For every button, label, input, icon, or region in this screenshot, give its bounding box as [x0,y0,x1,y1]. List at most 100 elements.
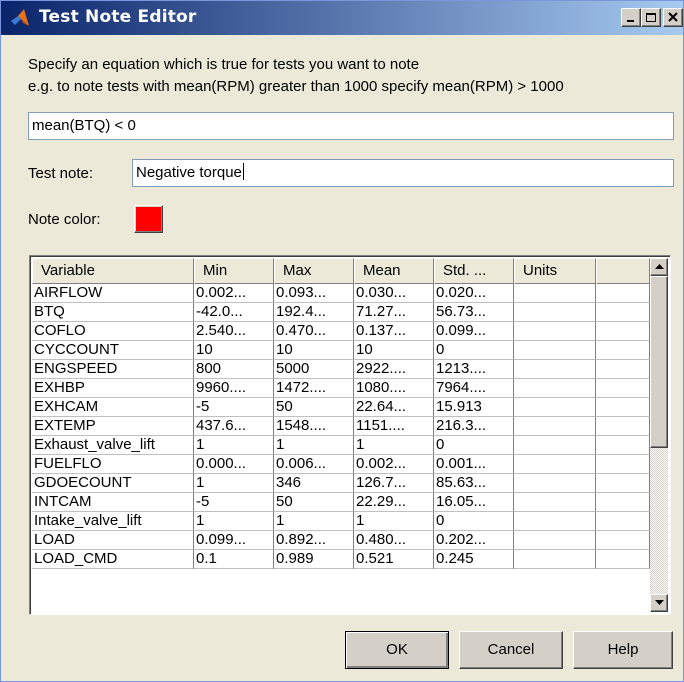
table-cell[interactable]: 437.6... [194,417,274,436]
column-header-max[interactable]: Max [274,258,354,284]
table-cell[interactable] [514,512,596,531]
table-cell[interactable]: 71.27... [354,303,434,322]
table-cell[interactable] [596,360,650,379]
table-cell[interactable] [596,417,650,436]
table-cell[interactable] [596,322,650,341]
table-cell[interactable]: 15.913 [434,398,514,417]
column-header-extra[interactable] [596,258,650,284]
table-row[interactable]: EXHCAM -5 50 22.64... 15.913 [32,398,650,417]
table-cell[interactable]: EXHBP [32,379,194,398]
table-cell[interactable]: 0 [434,436,514,455]
table-cell[interactable] [514,436,596,455]
table-cell[interactable]: 1 [354,436,434,455]
table-cell[interactable]: 0.030... [354,284,434,303]
table-row[interactable]: EXTEMP 437.6... 1548.... 1151.... 216.3... [32,417,650,436]
table-row[interactable]: BTQ -42.0... 192.4... 71.27... 56.73... [32,303,650,322]
table-cell[interactable]: 800 [194,360,274,379]
table-cell[interactable]: FUELFLO [32,455,194,474]
table-cell[interactable]: 50 [274,493,354,512]
vertical-scrollbar[interactable] [650,258,668,612]
close-button[interactable] [663,8,683,27]
table-cell[interactable]: GDOECOUNT [32,474,194,493]
table-cell[interactable] [596,531,650,550]
table-cell[interactable]: 216.3... [434,417,514,436]
table-cell[interactable]: CYCCOUNT [32,341,194,360]
table-cell[interactable]: 1472.... [274,379,354,398]
table-cell[interactable] [596,493,650,512]
table-cell[interactable] [514,531,596,550]
table-cell[interactable] [596,436,650,455]
table-cell[interactable] [596,455,650,474]
table-cell[interactable]: 1213.... [434,360,514,379]
table-cell[interactable]: -5 [194,398,274,417]
table-cell[interactable] [596,284,650,303]
table-cell[interactable]: 0.000... [194,455,274,474]
table-cell[interactable]: 1548.... [274,417,354,436]
table-row[interactable]: EXHBP 9960.... 1472.... 1080.... 7964.... [32,379,650,398]
column-header-std[interactable]: Std. ... [434,258,514,284]
table-cell[interactable] [514,341,596,360]
table-cell[interactable]: 10 [194,341,274,360]
table-cell[interactable] [596,303,650,322]
table-cell[interactable] [596,550,650,569]
table-cell[interactable] [596,379,650,398]
column-header-mean[interactable]: Mean [354,258,434,284]
table-cell[interactable]: Exhaust_valve_lift [32,436,194,455]
table-cell[interactable] [514,284,596,303]
ok-button[interactable]: OK [345,631,449,669]
cancel-button[interactable]: Cancel [459,631,563,669]
scrollbar-thumb[interactable] [650,276,668,448]
table-cell[interactable]: 0.989 [274,550,354,569]
table-cell[interactable]: 1 [194,436,274,455]
table-cell[interactable]: 0.137... [354,322,434,341]
table-cell[interactable]: 2922.... [354,360,434,379]
table-cell[interactable]: LOAD_CMD [32,550,194,569]
table-cell[interactable]: 22.64... [354,398,434,417]
table-row[interactable]: Exhaust_valve_lift 1 1 1 0 [32,436,650,455]
table-cell[interactable]: AIRFLOW [32,284,194,303]
scroll-up-button[interactable] [650,258,668,276]
table-cell[interactable]: 0.521 [354,550,434,569]
table-row[interactable]: LOAD_CMD 0.1 0.989 0.521 0.245 [32,550,650,569]
table-cell[interactable] [514,398,596,417]
table-cell[interactable]: -5 [194,493,274,512]
table-cell[interactable] [596,398,650,417]
table-cell[interactable]: BTQ [32,303,194,322]
table-row[interactable]: GDOECOUNT 1 346 126.7... 85.63... [32,474,650,493]
table-cell[interactable]: 0.002... [194,284,274,303]
table-row[interactable]: Intake_valve_lift 1 1 1 0 [32,512,650,531]
table-cell[interactable]: 0.002... [354,455,434,474]
table-cell[interactable]: 16.05... [434,493,514,512]
table-cell[interactable] [514,474,596,493]
table-cell[interactable]: EXHCAM [32,398,194,417]
table-cell[interactable] [514,322,596,341]
table-row[interactable]: FUELFLO 0.000... 0.006... 0.002... 0.001... [32,455,650,474]
table-row[interactable]: AIRFLOW 0.002... 0.093... 0.030... 0.020... [32,284,650,303]
table-cell[interactable] [596,512,650,531]
table-cell[interactable] [596,341,650,360]
table-cell[interactable]: 0.006... [274,455,354,474]
table-cell[interactable]: 50 [274,398,354,417]
table-cell[interactable]: 10 [354,341,434,360]
table-cell[interactable]: 1 [274,512,354,531]
table-row[interactable]: CYCCOUNT 10 10 10 0 [32,341,650,360]
table-cell[interactable] [514,493,596,512]
table-cell[interactable]: 0 [434,341,514,360]
table-cell[interactable]: LOAD [32,531,194,550]
table-cell[interactable]: 0.245 [434,550,514,569]
table-cell[interactable]: Intake_valve_lift [32,512,194,531]
table-cell[interactable]: 0.099... [434,322,514,341]
test-note-input[interactable]: Negative torque [132,159,674,187]
table-cell[interactable] [514,379,596,398]
table-cell[interactable]: 0.202... [434,531,514,550]
table-cell[interactable]: 56.73... [434,303,514,322]
table-cell[interactable]: -42.0... [194,303,274,322]
table-cell[interactable]: 0.099... [194,531,274,550]
minimize-button[interactable] [621,8,641,27]
table-cell[interactable]: COFLO [32,322,194,341]
table-cell[interactable]: 1080.... [354,379,434,398]
table-row[interactable]: COFLO 2.540... 0.470... 0.137... 0.099... [32,322,650,341]
table-cell[interactable] [514,417,596,436]
table-row[interactable]: ENGSPEED 800 5000 2922.... 1213.... [32,360,650,379]
table-cell[interactable]: 0.1 [194,550,274,569]
